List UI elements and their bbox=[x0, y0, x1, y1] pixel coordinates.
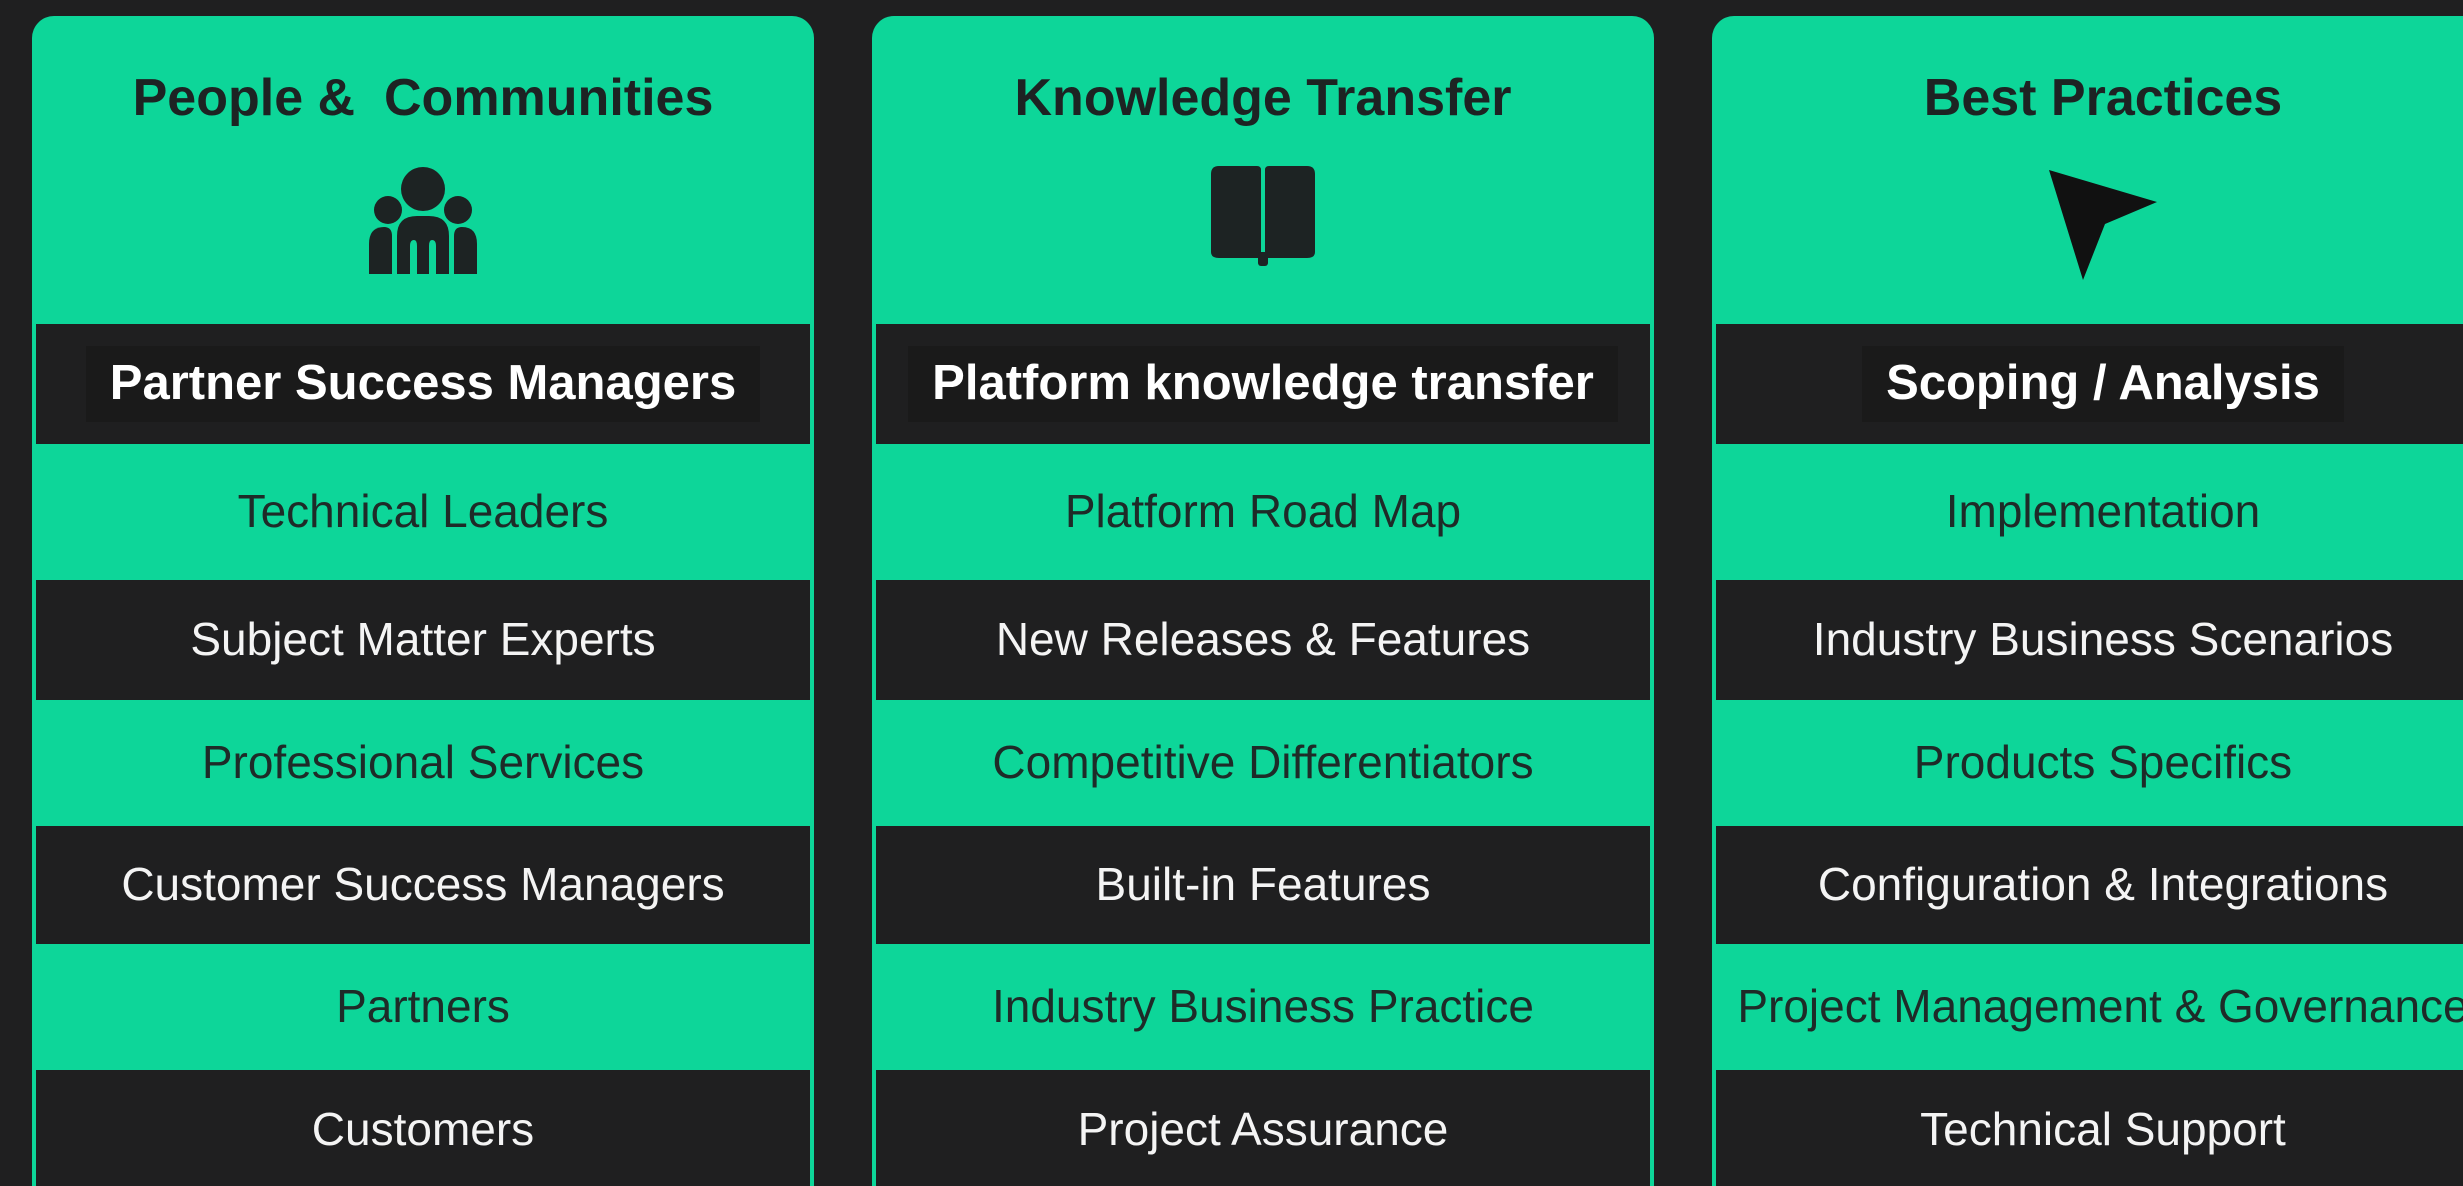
column-title: People & Communities bbox=[132, 69, 714, 127]
column-header: People & Communities bbox=[32, 16, 814, 322]
list-item-label: Configuration & Integrations bbox=[1817, 858, 2389, 911]
list-item-highlighted: Platform knowledge transfer bbox=[872, 324, 1654, 444]
list-item: Customers bbox=[32, 1070, 814, 1186]
list-item: Technical Support bbox=[1712, 1070, 2463, 1186]
list-item-label: Products Specifics bbox=[1913, 736, 2293, 789]
list-item: Customer Success Managers bbox=[32, 826, 814, 944]
list-item-label: Technical Support bbox=[1920, 1103, 2286, 1156]
column-people-communities: People & Communities Partner Success Man… bbox=[32, 16, 814, 1186]
list-item-label: Project Management & Governance bbox=[1737, 980, 2463, 1033]
list-item: Implementation bbox=[1712, 444, 2463, 580]
list-item-label: Competitive Differentiators bbox=[992, 736, 1534, 789]
list-item: Partners bbox=[32, 944, 814, 1070]
list-item-label: Subject Matter Experts bbox=[190, 613, 656, 666]
list-item-label: Platform Road Map bbox=[1064, 485, 1462, 538]
list-item: Subject Matter Experts bbox=[32, 580, 814, 700]
column-best-practices: Best Practices Scoping / Analysis Implem… bbox=[1712, 16, 2463, 1186]
list-item-label: Technical Leaders bbox=[237, 485, 609, 538]
list-item: Industry Business Practice bbox=[872, 944, 1654, 1070]
column-header: Best Practices bbox=[1712, 16, 2463, 322]
list-item-label: New Releases & Features bbox=[995, 613, 1531, 666]
list-item-label: Built-in Features bbox=[1095, 858, 1431, 911]
people-group-icon bbox=[32, 166, 814, 296]
list-item-label: Customers bbox=[311, 1103, 535, 1156]
list-item-label: Platform knowledge transfer bbox=[908, 346, 1618, 422]
column-title: Best Practices bbox=[1923, 69, 2283, 127]
list-item-label: Customer Success Managers bbox=[121, 858, 725, 911]
list-item-label: Scoping / Analysis bbox=[1862, 346, 2344, 422]
list-item-highlighted: Scoping / Analysis bbox=[1712, 324, 2463, 444]
list-item-label: Partner Success Managers bbox=[85, 346, 761, 422]
list-item-label: Implementation bbox=[1945, 485, 2261, 538]
list-item: Built-in Features bbox=[872, 826, 1654, 944]
cursor-arrow-icon bbox=[1712, 166, 2463, 296]
column-header: Knowledge Transfer bbox=[872, 16, 1654, 322]
list-item-label: Industry Business Practice bbox=[991, 980, 1534, 1033]
list-item: Industry Business Scenarios bbox=[1712, 580, 2463, 700]
list-item-label: Project Assurance bbox=[1077, 1103, 1449, 1156]
list-item: Configuration & Integrations bbox=[1712, 826, 2463, 944]
list-item-label: Industry Business Scenarios bbox=[1812, 613, 2394, 666]
list-item: Technical Leaders bbox=[32, 444, 814, 580]
list-item: Project Management & Governance bbox=[1712, 944, 2463, 1070]
list-item: Platform Road Map bbox=[872, 444, 1654, 580]
list-item: Competitive Differentiators bbox=[872, 700, 1654, 826]
book-icon bbox=[872, 166, 1654, 296]
list-item: Project Assurance bbox=[872, 1070, 1654, 1186]
column-knowledge-transfer: Knowledge Transfer Platform knowledge tr… bbox=[872, 16, 1654, 1186]
list-item: New Releases & Features bbox=[872, 580, 1654, 700]
column-title: Knowledge Transfer bbox=[1014, 69, 1512, 127]
list-item: Professional Services bbox=[32, 700, 814, 826]
list-item: Products Specifics bbox=[1712, 700, 2463, 826]
list-item-label: Partners bbox=[336, 980, 510, 1033]
list-item-highlighted: Partner Success Managers bbox=[32, 324, 814, 444]
list-item-label: Professional Services bbox=[201, 736, 645, 789]
